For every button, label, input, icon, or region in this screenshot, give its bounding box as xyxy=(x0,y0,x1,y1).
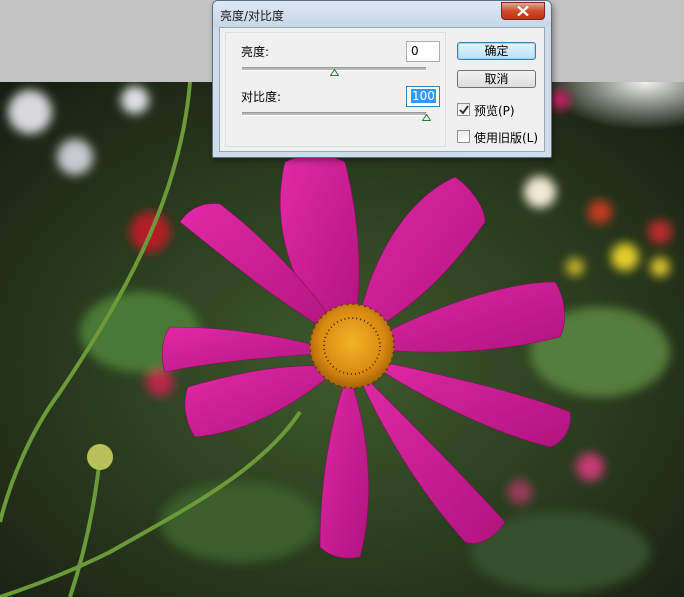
contrast-input[interactable]: 100 xyxy=(406,86,440,107)
flower-bud xyxy=(87,444,113,470)
contrast-label: 对比度: xyxy=(241,90,282,104)
check-icon xyxy=(459,105,469,115)
cancel-button[interactable]: 取消 xyxy=(457,70,536,88)
contrast-slider-track[interactable] xyxy=(242,112,426,116)
ok-button[interactable]: 确定 xyxy=(457,42,536,60)
brightness-slider-thumb[interactable] xyxy=(329,69,339,76)
brightness-label: 亮度: xyxy=(241,45,270,59)
legacy-label[interactable]: 使用旧版(L) xyxy=(474,129,538,146)
title-bar[interactable]: 亮度/对比度 xyxy=(213,1,551,27)
contrast-value: 100 xyxy=(411,89,436,103)
brightness-contrast-dialog[interactable]: 亮度/对比度 亮度: 0 对比度: 100 确定 取消 预览(P) 使用旧版(L… xyxy=(212,0,552,158)
dialog-title: 亮度/对比度 xyxy=(220,9,285,23)
legacy-checkbox[interactable] xyxy=(457,130,470,143)
brightness-input[interactable]: 0 xyxy=(406,41,440,62)
preview-checkbox[interactable] xyxy=(457,103,470,116)
adjustment-group: 亮度: 0 对比度: 100 xyxy=(225,32,446,147)
close-button[interactable] xyxy=(501,2,545,20)
flower-photo xyxy=(0,82,684,597)
photo-canvas[interactable] xyxy=(0,82,684,597)
dialog-client-area: 亮度: 0 对比度: 100 确定 取消 预览(P) 使用旧版(L) xyxy=(219,27,545,152)
brightness-value: 0 xyxy=(411,44,419,58)
contrast-slider-thumb[interactable] xyxy=(421,114,431,121)
close-icon xyxy=(517,6,529,16)
preview-label[interactable]: 预览(P) xyxy=(474,102,515,119)
